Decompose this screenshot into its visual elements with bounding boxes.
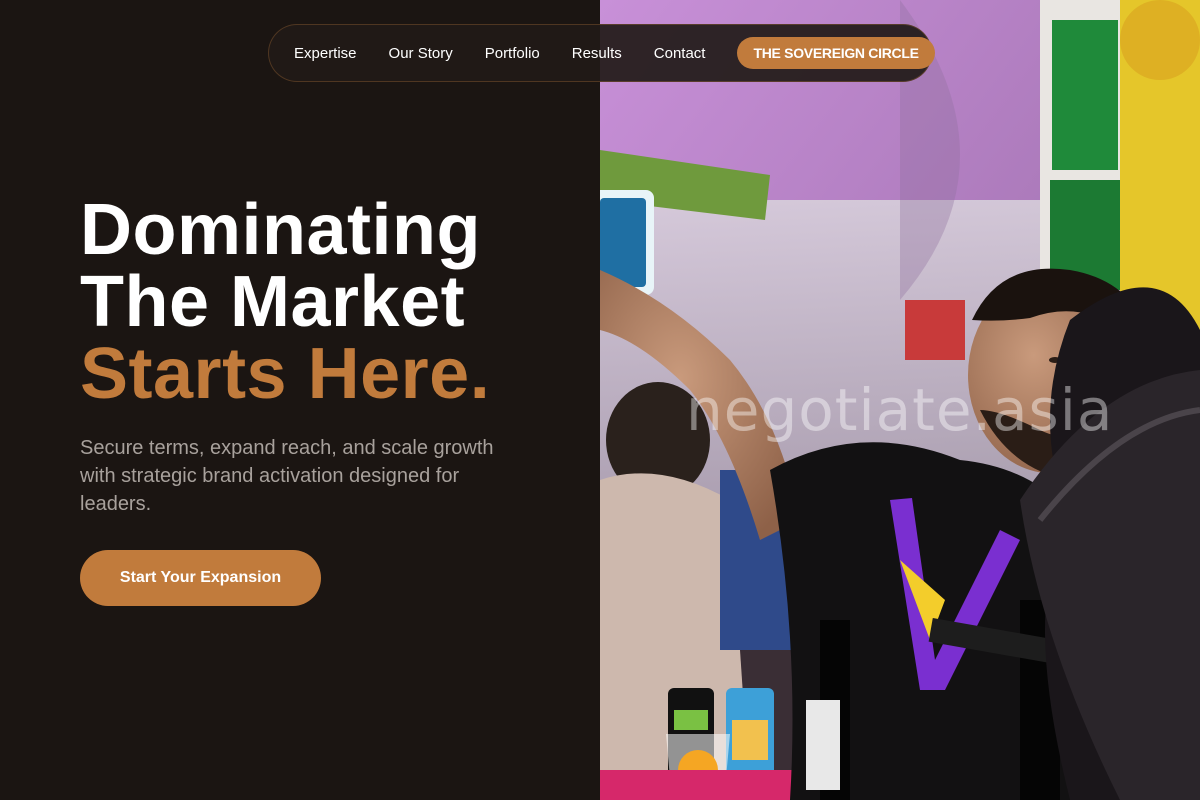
top-navigation: Expertise Our Story Portfolio Results Co…	[268, 24, 935, 82]
nav-link-our-story[interactable]: Our Story	[389, 45, 453, 62]
hero-title-line-2: The Market	[80, 262, 466, 342]
hero-panel: Dominating The Market Starts Here. Secur…	[0, 0, 600, 800]
sovereign-circle-button[interactable]: THE SOVEREIGN CIRCLE	[737, 37, 935, 69]
hero-subtitle: Secure terms, expand reach, and scale gr…	[80, 437, 494, 515]
nav-link-contact[interactable]: Contact	[654, 45, 706, 62]
hero-title-accent: Starts Here.	[80, 334, 491, 414]
watermark-text: negotiate.asia	[686, 376, 1114, 444]
start-expansion-button[interactable]: Start Your Expansion	[80, 550, 321, 606]
nav-link-expertise[interactable]: Expertise	[294, 45, 357, 62]
nav-link-portfolio[interactable]: Portfolio	[485, 45, 540, 62]
hero-title: Dominating The Market Starts Here.	[80, 194, 490, 410]
hero-title-line-1: Dominating	[80, 190, 481, 270]
nav-link-results[interactable]: Results	[572, 45, 622, 62]
